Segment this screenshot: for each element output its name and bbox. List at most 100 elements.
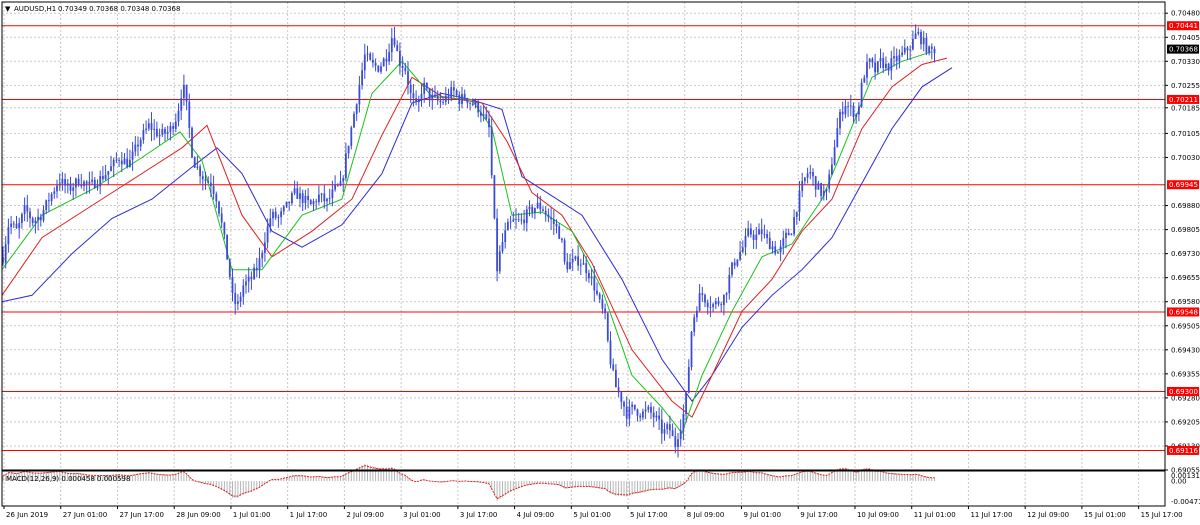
candle-body [21,213,23,223]
chart-header: ▼ AUDUSD,H1 0.70349 0.70368 0.70348 0.70… [5,5,180,13]
candle-body [758,229,760,235]
candle-body [871,58,874,63]
current-price-label: 0.70368 [1169,46,1198,54]
time-tick-label: 8 Jul 09:00 [687,511,725,519]
candle-body [231,277,234,293]
candle-body [669,424,671,431]
candle-body [69,183,72,191]
candle-body [388,52,390,62]
candle-body [731,262,733,275]
candle-body [10,223,12,228]
candle-body [439,100,442,103]
candle-body [366,53,369,55]
price-tick-label: 0.69205 [1171,418,1200,426]
candle-body [342,178,345,182]
candle-body [215,193,218,202]
candle-body [129,159,131,168]
candle-body [255,267,258,270]
candle-body [401,65,404,68]
candle-body [131,151,134,160]
candle-body [393,38,396,46]
level-price-label: 0.70441 [1169,22,1198,30]
macd-tick-label: -0.00471 [1171,498,1200,506]
candle-body [99,176,102,187]
price-tick-label: 0.70330 [1171,58,1200,66]
candle-body [512,219,515,222]
candle-body [636,409,639,416]
price-tick-label: 0.70405 [1171,34,1200,42]
time-tick-label: 26 Jun 2019 [6,511,48,519]
candle-body [26,205,29,212]
chart-canvas[interactable]: 0.70480 0.70405 0.70330 0.70255 0.70185 0.701… [0,0,1200,523]
candle-body [320,193,323,195]
candle-body [142,130,145,140]
candle-body [296,188,299,199]
candle-body [64,179,66,186]
candle-body [139,139,142,147]
candle-body [29,211,31,219]
candle-body [355,104,358,114]
candle-body [609,340,612,365]
candle-body [207,181,210,183]
candle-body [860,82,863,107]
candle-body [104,174,107,180]
candle-body [612,364,615,370]
candle-body [809,172,812,174]
candle-body [831,164,833,175]
candle-body [261,252,264,259]
candle-body [717,301,720,305]
candle-body [309,200,312,205]
candle-body [358,85,361,105]
candle-body [539,202,542,210]
candle-body [347,145,350,154]
candle-body [45,200,48,211]
candle-body [679,429,682,440]
candle-body [156,128,158,137]
candle-body [841,111,844,115]
candle-body [293,188,296,194]
time-tick-label: 27 Jun 17:00 [119,511,163,519]
ma-slow-line [1,67,953,402]
time-tick-label: 15 Jul 01:00 [1084,511,1126,519]
horizontal-levels [2,25,1165,451]
candle-body [239,296,242,302]
candle-body [863,77,866,83]
candle-body [814,176,817,190]
candle-body [903,47,906,53]
macd-tick-label: 0.00 [1171,478,1187,486]
candle-body [828,174,831,189]
macd-frame [1,470,1166,507]
candle-body [407,71,409,85]
candle-body [147,123,150,129]
candle-body [466,98,469,103]
candle-body [353,113,355,128]
candle-body [93,179,96,189]
candle-body [161,128,164,135]
candle-body [544,210,547,215]
candle-body [517,219,520,221]
macd-panel [2,463,935,501]
candle-body [928,46,930,53]
collapse-icon[interactable]: ▼ [5,5,11,13]
ma-mid-line [1,57,948,418]
candle-body [374,62,377,66]
candle-body [552,219,555,224]
candle-body [331,189,334,199]
candle-body [663,429,666,434]
candle-body [88,181,91,184]
time-tick-label: 12 Jul 09:00 [1027,511,1069,519]
candle-body [245,281,247,286]
candle-body [53,191,56,194]
candle-body [288,201,291,204]
candle-body [763,233,766,235]
candle-body [183,84,185,99]
candle-body [7,227,10,245]
candle-body [363,54,366,71]
candle-body [420,93,423,100]
candle-body [180,98,183,111]
chart-window[interactable]: 0.70480 0.70405 0.70330 0.70255 0.70185 0.701… [0,0,1200,523]
candle-body [909,49,912,51]
candle-body [868,58,871,62]
time-tick-label: 1 Jul 01:00 [233,511,271,519]
price-tick-label: 0.70105 [1171,130,1200,138]
